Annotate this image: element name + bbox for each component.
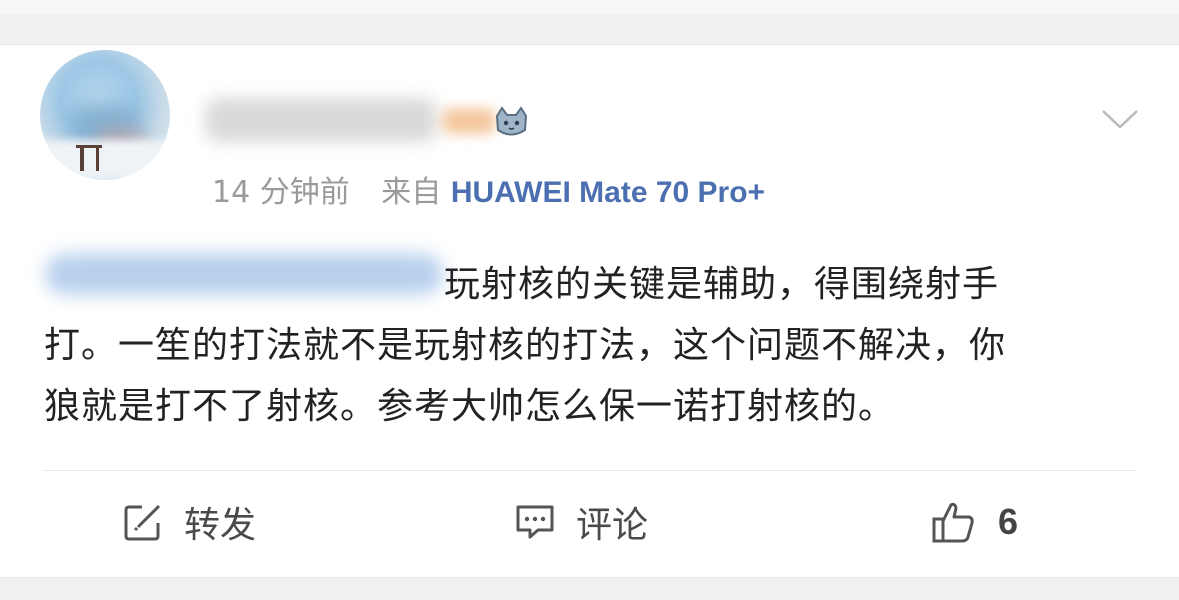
comment-button[interactable]: 评论 xyxy=(514,500,648,546)
blurred-username[interactable] xyxy=(205,98,437,142)
post-time: 14 分钟前 xyxy=(212,175,350,210)
chevron-down-icon[interactable] xyxy=(1100,108,1140,130)
avatar-post-left xyxy=(80,145,84,171)
device-link[interactable]: HUAWEI Mate 70 Pro+ xyxy=(451,176,765,209)
action-divider xyxy=(42,470,1137,471)
top-divider-band xyxy=(0,0,1179,14)
comment-icon xyxy=(516,505,554,539)
avatar-snow xyxy=(40,140,170,180)
vip-badge xyxy=(442,108,496,134)
post-content: 玩射核的关键是辅助，得围绕射手 打。一笙的打法就不是玩射核的打法，这个问题不解决… xyxy=(44,254,1134,437)
post-meta: 14 分钟前 来自 HUAWEI Mate 70 Pro+ xyxy=(212,175,765,211)
content-line-1: 玩射核的关键是辅助，得围绕射手 xyxy=(444,264,1000,305)
content-line-3: 狼就是打不了射核。参考大帅怎么保一诺打射核的。 xyxy=(44,386,896,427)
comment-label: 评论 xyxy=(576,505,649,546)
like-button[interactable]: 6 xyxy=(930,500,1018,544)
like-count: 6 xyxy=(998,501,1019,542)
repost-button[interactable]: 转发 xyxy=(122,500,256,546)
repost-label: 转发 xyxy=(184,505,257,546)
cat-badge-icon xyxy=(495,106,528,136)
content-line-2: 打。一笙的打法就不是玩射核的打法，这个问题不解决，你 xyxy=(44,325,1007,366)
source-prefix: 来自 xyxy=(381,175,442,210)
repost-icon xyxy=(124,504,161,541)
avatar[interactable] xyxy=(40,50,170,180)
thumbs-up-icon xyxy=(932,502,974,543)
avatar-post-right xyxy=(96,145,99,171)
